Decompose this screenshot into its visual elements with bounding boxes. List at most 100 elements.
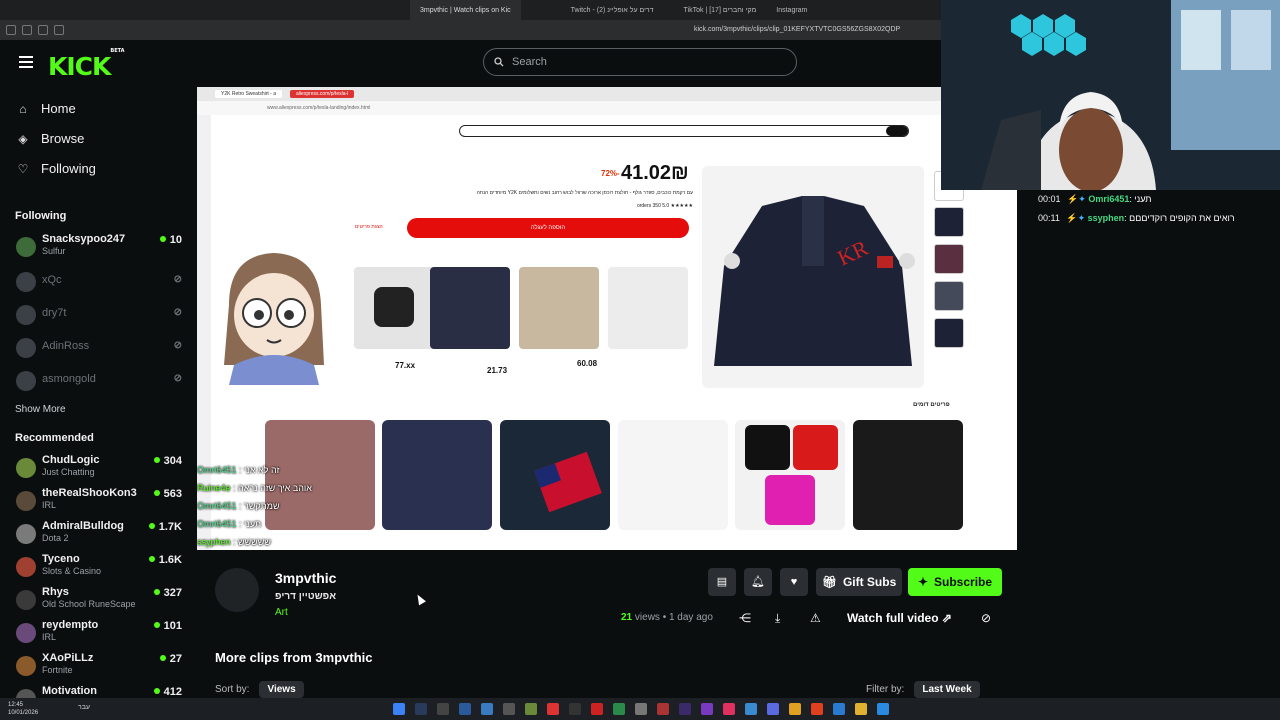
app-icon[interactable] bbox=[437, 703, 449, 715]
sort-by-control[interactable]: Sort by: Views bbox=[215, 681, 304, 698]
ali-show-items: הצגת פריטים bbox=[355, 224, 383, 230]
following-channel[interactable]: Snacksypoo247 Sulfur 10 bbox=[16, 233, 182, 263]
webcam-scene bbox=[941, 0, 1280, 190]
kick-logo[interactable]: KICKBETA bbox=[48, 48, 125, 81]
report-icon[interactable]: ⚠ bbox=[810, 611, 821, 625]
hide-icon[interactable]: ⊘ bbox=[981, 611, 991, 625]
sort-value[interactable]: Views bbox=[259, 681, 304, 698]
browser-tab-kick[interactable]: 3mpvthic | Watch clips on Kic bbox=[410, 0, 521, 20]
side-thumb bbox=[934, 244, 964, 274]
channel-name: Motivation bbox=[42, 685, 97, 697]
app-icon[interactable] bbox=[723, 703, 735, 715]
chat-text: ששששש bbox=[238, 537, 271, 547]
recommended-channel[interactable]: Rhys Old School RuneScape 327 bbox=[16, 586, 182, 616]
download-icon[interactable]: ⤓ bbox=[775, 611, 780, 626]
recommended-channel[interactable]: theRealShooKon3 IRL 563 bbox=[16, 487, 182, 517]
app-icon[interactable] bbox=[635, 703, 647, 715]
app-icon[interactable] bbox=[613, 703, 625, 715]
gift-subs-button[interactable]: 🎁︎ Gift Subs bbox=[816, 568, 902, 596]
following-channel[interactable]: asmongold ⊘ bbox=[16, 367, 182, 397]
gift-icon: 🎁︎ bbox=[821, 575, 837, 589]
following-channel[interactable]: dry7t ⊘ bbox=[16, 301, 182, 331]
offline-icon: ⊘ bbox=[173, 373, 182, 384]
channel-category: Just Chatting bbox=[42, 467, 95, 477]
app-icon[interactable] bbox=[547, 703, 559, 715]
streamer-name[interactable]: 3mpvthic bbox=[275, 570, 336, 586]
filter-by-control[interactable]: Filter by: Last Week bbox=[866, 681, 980, 698]
shield-icon[interactable] bbox=[54, 25, 64, 35]
recommended-channel[interactable]: XAoPiLLz Fortnite 27 bbox=[16, 652, 182, 682]
watch-full-label: Watch full video bbox=[847, 611, 939, 625]
app-icon[interactable] bbox=[415, 703, 427, 715]
tab-label: Instagram bbox=[776, 6, 808, 14]
os-taskbar: 12:45 10/01/2026 עבר bbox=[0, 698, 1280, 720]
forward-icon[interactable] bbox=[22, 25, 32, 35]
chrome-icon[interactable] bbox=[789, 703, 801, 715]
side-thumb bbox=[934, 281, 964, 311]
recommended-channel[interactable]: AdmiralBulldog Dota 2 1.7K bbox=[16, 520, 182, 550]
browser-tab-twitch[interactable]: Twitch - דרים על אופליינ (2) bbox=[561, 0, 664, 20]
app-icon[interactable] bbox=[877, 703, 889, 715]
folder-icon[interactable] bbox=[855, 703, 867, 715]
start-icon[interactable] bbox=[393, 703, 405, 715]
app-icon[interactable] bbox=[745, 703, 757, 715]
webcam-feed bbox=[941, 0, 1280, 190]
app-icon[interactable] bbox=[481, 703, 493, 715]
search-input[interactable]: Search bbox=[483, 48, 797, 76]
reload-icon[interactable] bbox=[38, 25, 48, 35]
address-bar[interactable]: kick.com/3mpvthic/clips/clip_01KEFYXTVTC… bbox=[694, 26, 900, 33]
ali-add-to-cart-button: הוספה לעגלה bbox=[407, 218, 689, 238]
back-icon[interactable] bbox=[6, 25, 16, 35]
views-count: 21 bbox=[621, 612, 633, 623]
bell-icon[interactable]: 🔔︎ bbox=[744, 568, 772, 596]
avatar bbox=[16, 305, 36, 325]
viewer-count: 1.6K bbox=[149, 554, 182, 566]
sweater-image: KR bbox=[714, 196, 915, 366]
product-thumb bbox=[519, 267, 599, 349]
following-channel[interactable]: AdinRoss ⊘ bbox=[16, 334, 182, 364]
app-icon[interactable] bbox=[591, 703, 603, 715]
browser-tab-tiktok[interactable]: TikTok | מקי וחברים [17] bbox=[674, 0, 767, 20]
language-indicator[interactable]: עבר bbox=[78, 704, 90, 711]
thumb-price: 60.08 bbox=[577, 359, 598, 368]
filter-value[interactable]: Last Week bbox=[914, 681, 980, 698]
following-channel[interactable]: xQc ⊘ bbox=[16, 268, 182, 298]
browser-tab-instagram[interactable]: Instagram bbox=[766, 0, 817, 20]
recommended-channel[interactable]: Tyceno Slots & Casino 1.6K bbox=[16, 553, 182, 583]
app-icon[interactable] bbox=[701, 703, 713, 715]
nav-following[interactable]: ♡ Following bbox=[16, 161, 96, 176]
clip-video-player[interactable]: Y2K Retro Sweatshirt - a aliexpress.com/… bbox=[197, 87, 1017, 550]
heart-icon[interactable]: ♥ bbox=[780, 568, 808, 596]
streamer-avatar[interactable] bbox=[215, 568, 259, 612]
app-icon[interactable] bbox=[767, 703, 779, 715]
watch-full-video-link[interactable]: Watch full video ⇗ bbox=[847, 611, 952, 625]
app-icon[interactable] bbox=[459, 703, 471, 715]
app-icon[interactable] bbox=[503, 703, 515, 715]
channel-name: Tyceno bbox=[42, 553, 80, 565]
tab-label: TikTok | מקי וחברים [17] bbox=[683, 6, 757, 14]
tab-label: 3mpvthic | Watch clips on Kic bbox=[420, 6, 511, 14]
recommended-channel[interactable]: reydempto IRL 101 bbox=[16, 619, 182, 649]
app-icon[interactable] bbox=[525, 703, 537, 715]
nav-browse[interactable]: ◈ Browse bbox=[16, 131, 84, 146]
browser-tabs-left bbox=[0, 0, 410, 20]
cam-chat: 00:01 ⚡✦ Omri6451: תעני 00:11 ⚡✦ ssyphen… bbox=[1030, 188, 1280, 229]
share-icon[interactable]: ⋲ bbox=[739, 611, 751, 625]
brave-icon[interactable] bbox=[811, 703, 823, 715]
show-more-link[interactable]: Show More bbox=[15, 404, 66, 415]
clip-category[interactable]: Art bbox=[275, 607, 288, 618]
nav-home[interactable]: ⌂ Home bbox=[16, 101, 75, 116]
chat-time: 00:11 bbox=[1038, 213, 1060, 223]
recommended-channel[interactable]: Motivation 412 bbox=[16, 685, 182, 698]
channel-name: asmongold bbox=[42, 373, 96, 385]
views-text: views • 1 day ago bbox=[634, 612, 713, 623]
app-icon[interactable] bbox=[569, 703, 581, 715]
clips-icon[interactable]: ▤ bbox=[708, 568, 736, 596]
subscribe-button[interactable]: ✦ Subscribe bbox=[908, 568, 1002, 596]
edge-icon[interactable] bbox=[833, 703, 845, 715]
recommended-channel[interactable]: ChudLogic Just Chatting 304 bbox=[16, 454, 182, 484]
app-icon[interactable] bbox=[679, 703, 691, 715]
sort-label: Sort by: bbox=[215, 684, 250, 695]
menu-icon[interactable] bbox=[19, 56, 33, 68]
app-icon[interactable] bbox=[657, 703, 669, 715]
